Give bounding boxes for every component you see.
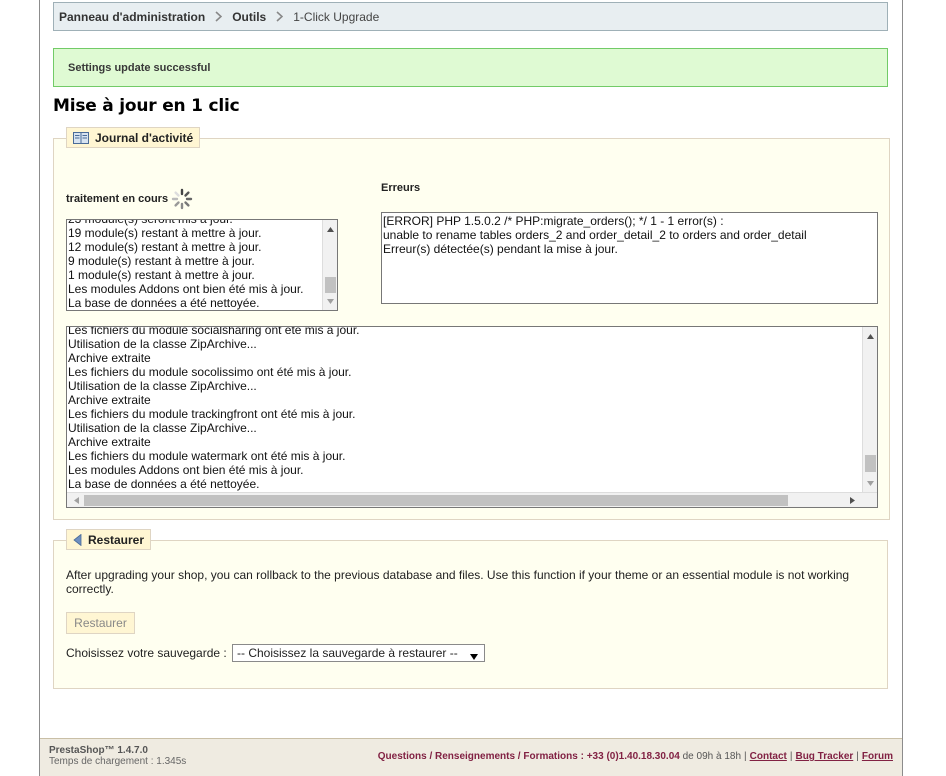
log-line: Les modules Addons ont bien été mis à jo…: [68, 463, 304, 477]
scroll-right-icon[interactable]: [845, 493, 860, 507]
arrow-left-icon: [73, 533, 82, 546]
log-horizontal-scrollbar[interactable]: [67, 492, 877, 507]
scroll-thumb[interactable]: [84, 495, 788, 506]
backup-select[interactable]: -- Choisissez la sauvegarde à restaurer …: [232, 644, 485, 662]
page-title: Mise à jour en 1 clic: [53, 96, 240, 116]
breadcrumb: Panneau d'administration Outils 1-Click …: [53, 2, 888, 31]
log-line: Utilisation de la classe ZipArchive...: [68, 379, 257, 393]
error-line: [ERROR] PHP 1.5.0.2 /* PHP:migrate_order…: [383, 214, 724, 228]
chevron-right-icon: [215, 11, 223, 22]
footer-contact-prefix: Questions / Renseignements / Formations …: [377, 751, 584, 762]
breadcrumb-current: 1-Click Upgrade: [293, 9, 380, 24]
errors-label: Erreurs: [381, 182, 421, 194]
restore-legend: Restaurer: [66, 529, 152, 550]
footer-hours: de 09h à 18h: [682, 751, 742, 762]
log-vertical-scrollbar[interactable]: [862, 327, 877, 492]
scroll-down-icon[interactable]: [323, 294, 337, 308]
scroll-up-icon[interactable]: [323, 222, 337, 236]
scroll-thumb[interactable]: [325, 277, 336, 293]
progress-line: 9 module(s) restant à mettre à jour.: [68, 254, 255, 268]
log-lines: Les fichiers du module socialsharing ont…: [67, 326, 861, 491]
restore-description: After upgrading your shop, you can rollb…: [66, 568, 850, 596]
progress-scrollbar[interactable]: [322, 220, 337, 310]
progress-line: 12 module(s) restant à mettre à jour.: [68, 240, 262, 254]
chevron-right-icon: [276, 11, 284, 22]
log-line: Les fichiers du module trackingfront ont…: [68, 407, 356, 421]
dropdown-arrow-icon: [470, 649, 478, 663]
progress-line: 23 module(s) seront mis à jour.: [68, 219, 233, 226]
progress-line: 19 module(s) restant à mettre à jour.: [68, 226, 262, 240]
loading-spinner-icon: [171, 188, 193, 210]
footer-load-time: Temps de chargement : 1.345s: [49, 756, 187, 767]
error-lines: [ERROR] PHP 1.5.0.2 /* PHP:migrate_order…: [382, 214, 875, 256]
footer-phone: +33 (0)1.40.18.30.04: [586, 751, 680, 762]
log-line: Utilisation de la classe ZipArchive...: [68, 337, 257, 351]
backup-select-value: -- Choisissez la sauvegarde à restaurer …: [237, 646, 458, 660]
footer-bugtracker-link[interactable]: Bug Tracker: [795, 751, 853, 762]
error-line: Erreur(s) détectée(s) pendant la mise à …: [383, 242, 618, 256]
scroll-down-icon[interactable]: [863, 476, 877, 490]
progress-line: Les modules Addons ont bien été mis à jo…: [68, 282, 304, 296]
breadcrumb-admin-link[interactable]: Panneau d'administration: [59, 10, 205, 24]
log-line: La base de données a été nettoyée.: [68, 477, 260, 491]
error-line: unable to rename tables orders_2 and ord…: [383, 228, 807, 242]
log-line: Les fichiers du module socolissimo ont é…: [68, 365, 352, 379]
processing-label: traitement en cours: [66, 193, 169, 205]
success-alert: Settings update successful: [53, 48, 888, 87]
scroll-thumb[interactable]: [865, 455, 876, 472]
progress-line: 1 module(s) restant à mettre à jour.: [68, 268, 255, 282]
log-line: Les fichiers du module watermark ont été…: [68, 449, 346, 463]
log-line: Archive extraite: [68, 351, 151, 365]
progress-line: La base de données a été nettoyée.: [68, 296, 260, 310]
progress-lines: 23 module(s) seront mis à jour. 19 module…: [67, 219, 321, 310]
restore-legend-label: Restaurer: [88, 532, 145, 547]
activity-log-legend-label: Journal d'activité: [95, 130, 194, 145]
scroll-up-icon[interactable]: [863, 329, 877, 343]
book-icon: [73, 131, 89, 144]
log-line: Archive extraite: [68, 393, 151, 407]
restore-fieldset: [53, 540, 888, 689]
footer-forum-link[interactable]: Forum: [862, 751, 893, 762]
breadcrumb-tools-link[interactable]: Outils: [232, 10, 266, 24]
footer: PrestaShop™ 1.4.7.0 Temps de chargement …: [40, 738, 902, 776]
log-line: Les fichiers du module socialsharing ont…: [68, 326, 360, 337]
log-line: Utilisation de la classe ZipArchive...: [68, 421, 257, 435]
processing-label-wrap: traitement en cours: [66, 188, 193, 210]
log-textarea[interactable]: Les fichiers du module socialsharing ont…: [66, 326, 878, 508]
footer-contact: Questions / Renseignements / Formations …: [377, 751, 893, 762]
footer-version: PrestaShop™ 1.4.7.0: [49, 745, 148, 756]
scroll-left-icon[interactable]: [69, 493, 84, 507]
success-message: Settings update successful: [68, 61, 211, 74]
restore-button[interactable]: Restaurer: [66, 612, 135, 634]
activity-log-legend: Journal d'activité: [66, 127, 201, 148]
progress-textarea[interactable]: 23 module(s) seront mis à jour. 19 module…: [66, 219, 338, 311]
errors-textarea[interactable]: [ERROR] PHP 1.5.0.2 /* PHP:migrate_order…: [381, 212, 878, 304]
log-line: Archive extraite: [68, 435, 151, 449]
footer-contact-link[interactable]: Contact: [750, 751, 787, 762]
backup-select-label: Choisissez votre sauvegarde :: [66, 646, 227, 660]
